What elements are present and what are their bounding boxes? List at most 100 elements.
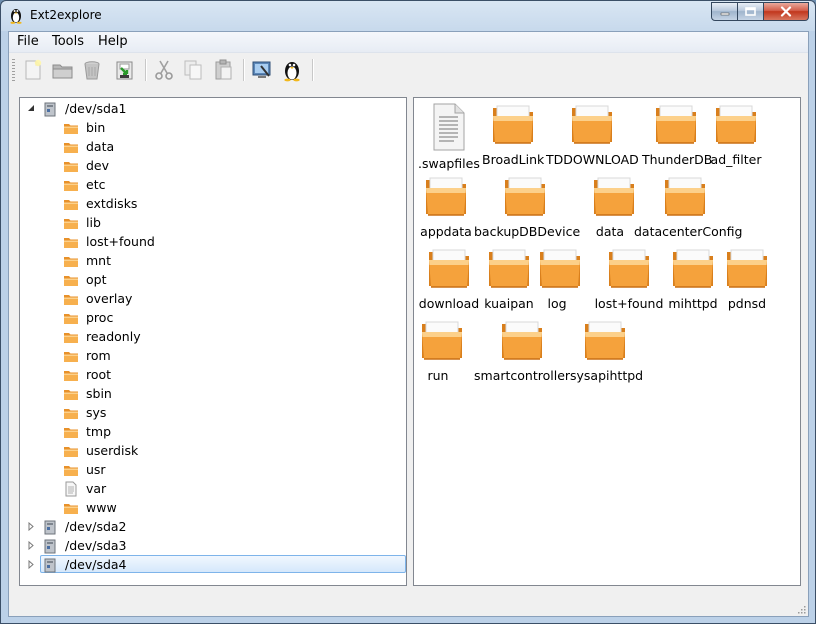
toolbar-grip[interactable] — [12, 59, 15, 81]
minimize-button[interactable] — [711, 2, 738, 21]
collapse-arrow-icon[interactable] — [27, 104, 35, 113]
save-export-button[interactable] — [113, 58, 137, 82]
toolbar — [9, 53, 808, 87]
tree-folder-item[interactable]: etc — [20, 175, 400, 194]
folder-icon — [64, 504, 78, 514]
tree-folder-item[interactable]: proc — [20, 308, 400, 327]
folder-icon — [665, 177, 705, 216]
open-folder-button[interactable] — [51, 58, 75, 82]
folder-entry[interactable]: pdnsd — [722, 246, 772, 311]
file-label: backupDBDevice — [474, 224, 581, 239]
tree-item-label: proc — [86, 310, 114, 325]
tree-folder-item[interactable]: root — [20, 365, 400, 384]
tree-folder-item[interactable]: www — [20, 498, 400, 517]
folder-entry[interactable]: TDDOWNLOAD — [546, 102, 639, 167]
paste-icon — [215, 59, 232, 80]
folder-entry[interactable]: run — [418, 318, 462, 383]
folder-entry[interactable]: appdata — [418, 174, 474, 239]
expand-arrow-icon[interactable] — [27, 560, 35, 569]
tree-drive-label: /dev/sda2 — [65, 519, 127, 534]
folder-entry[interactable]: data — [590, 174, 634, 239]
folder-entry[interactable]: mihttpd — [668, 246, 718, 311]
tree-folder-item[interactable]: lib — [20, 213, 400, 232]
folder-icon — [585, 321, 625, 360]
client-area: File Tools Help /dev/sda1 bin data dev e… — [8, 31, 809, 617]
tree-folder-item[interactable]: bin — [20, 118, 400, 137]
tree-folder-item[interactable]: sbin — [20, 384, 400, 403]
maximize-button[interactable] — [738, 2, 764, 21]
folder-entry[interactable]: sysapihttpd — [570, 318, 643, 383]
tree-folder-item[interactable]: tmp — [20, 422, 400, 441]
tree-folder-item[interactable]: rom — [20, 346, 400, 365]
expand-arrow-icon[interactable] — [27, 522, 35, 531]
folder-icon — [64, 295, 78, 305]
directory-tree[interactable]: /dev/sda1 bin data dev etc extdisks lib lost+fo… — [19, 97, 407, 586]
drive-icon — [44, 558, 56, 573]
tree-folder-item[interactable]: extdisks — [20, 194, 400, 213]
title-bar[interactable]: Ext2explore — [1, 1, 815, 31]
tree-item-label: mnt — [86, 253, 111, 268]
folder-entry[interactable]: kuaipan — [484, 246, 534, 311]
tree-folder-item[interactable]: dev — [20, 156, 400, 175]
tree-drive-item[interactable]: /dev/sda1 — [20, 99, 400, 118]
folder-icon — [64, 200, 78, 210]
folder-entry[interactable]: ThunderDB — [642, 102, 713, 167]
tree-folder-item[interactable]: mnt — [20, 251, 400, 270]
new-file-button[interactable] — [21, 58, 45, 82]
folder-entry[interactable]: datacenterConfig — [634, 174, 742, 239]
folder-entry[interactable]: smartcontroller — [474, 318, 570, 383]
linux-button[interactable] — [280, 58, 304, 82]
drive-icon — [44, 520, 56, 535]
expand-arrow-icon[interactable] — [27, 541, 35, 550]
tree-drive-item[interactable]: /dev/sda2 — [20, 517, 400, 536]
tree-folder-item[interactable]: data — [20, 137, 400, 156]
tree-drive-item[interactable]: /dev/sda3 — [20, 536, 400, 555]
tree-drive-label: /dev/sda3 — [65, 538, 127, 553]
folder-icon — [429, 249, 469, 288]
menu-help[interactable]: Help — [98, 34, 128, 49]
toolbar-separator — [145, 59, 147, 81]
file-label: TDDOWNLOAD — [546, 152, 639, 167]
tree-item-label: opt — [86, 272, 107, 287]
folder-icon — [716, 105, 756, 144]
file-icon — [433, 103, 465, 151]
folder-entry[interactable]: BroadLink — [482, 102, 544, 167]
tree-folder-item[interactable]: lost+found — [20, 232, 400, 251]
tree-drive-item[interactable]: /dev/sda4 — [20, 555, 406, 574]
delete-button[interactable] — [80, 58, 104, 82]
menu-bar: File Tools Help — [9, 32, 808, 53]
folder-icon — [64, 181, 78, 191]
folder-icon — [64, 219, 78, 229]
menu-file[interactable]: File — [17, 34, 39, 49]
tree-folder-item[interactable]: sys — [20, 403, 400, 422]
trash-icon — [84, 61, 100, 80]
folder-entry[interactable]: ad_filter — [710, 102, 762, 167]
resize-grip-icon[interactable] — [796, 604, 806, 614]
folder-entry[interactable]: lost+found — [594, 246, 664, 311]
folder-entry[interactable]: backupDBDevice — [474, 174, 581, 239]
drive-icon — [44, 102, 56, 117]
file-entry[interactable]: .swapfiles — [418, 102, 480, 171]
close-icon — [780, 6, 792, 17]
close-button[interactable] — [764, 2, 809, 21]
folder-entry[interactable]: log — [536, 246, 580, 311]
file-label: .swapfiles — [418, 156, 480, 171]
drive-icon — [44, 539, 56, 554]
tree-folder-item[interactable]: opt — [20, 270, 400, 289]
folder-entry[interactable]: download — [418, 246, 480, 311]
tree-item-label: readonly — [86, 329, 141, 344]
menu-tools[interactable]: Tools — [52, 34, 84, 49]
tree-folder-item[interactable]: readonly — [20, 327, 400, 346]
folder-icon — [64, 257, 78, 267]
tree-item-label: var — [86, 481, 107, 496]
copy-button[interactable] — [181, 58, 205, 82]
file-list[interactable]: .swapfiles BroadLink TDDOWNLOAD ThunderDB ad… — [413, 97, 801, 586]
properties-button[interactable] — [250, 58, 274, 82]
tree-folder-item[interactable]: userdisk — [20, 441, 400, 460]
cut-button[interactable] — [152, 58, 176, 82]
tree-folder-item[interactable]: usr — [20, 460, 400, 479]
file-label: ThunderDB — [642, 152, 713, 167]
tree-folder-item[interactable]: var — [20, 479, 400, 498]
paste-button[interactable] — [211, 58, 235, 82]
tree-folder-item[interactable]: overlay — [20, 289, 400, 308]
